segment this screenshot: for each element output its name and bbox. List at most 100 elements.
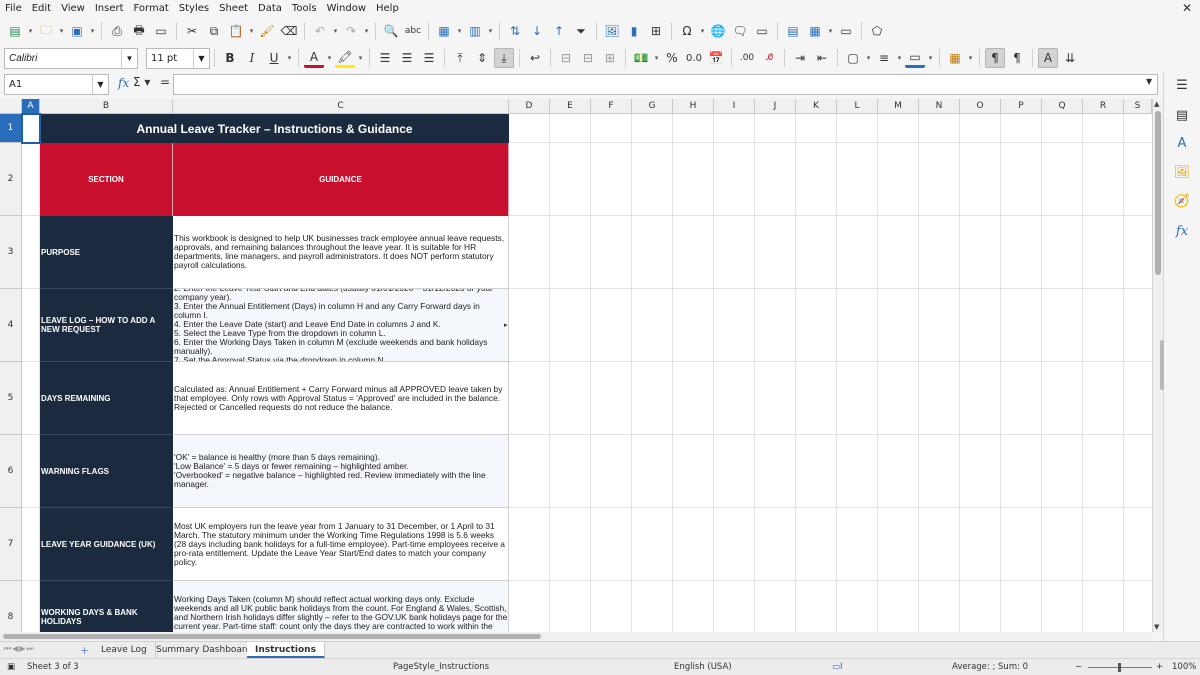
section-cell-purpose[interactable]: PURPOSE [40,216,173,289]
zoom-knob[interactable] [1118,663,1121,672]
scrollbar-thumb[interactable] [3,634,541,639]
row-header-1[interactable]: 1 [0,114,22,143]
insert-chart-icon[interactable]: ▮ [624,21,644,41]
right-to-left-icon[interactable]: ¶ [1007,48,1027,68]
styles-icon[interactable]: A [1173,134,1191,152]
wrap-text-icon[interactable]: ↩ [525,48,545,68]
autofilter-icon[interactable]: ⏷ [571,21,591,41]
guidance-header[interactable]: GUIDANCE [173,143,509,216]
delete-decimal-icon[interactable]: .0̸ [759,48,779,68]
hamburger-menu-icon[interactable]: ☰ [1173,76,1191,94]
font-size-box[interactable]: 11 pt ▼ [146,47,210,69]
insert-image-icon[interactable]: 🖼 [602,21,622,41]
new-document-icon[interactable]: ▤ [5,21,25,41]
export-pdf-icon[interactable]: ⎙ [107,21,127,41]
properties-icon[interactable]: ▤ [1173,106,1191,124]
add-sheet-icon[interactable]: ＋ [80,644,89,657]
zoom-out-icon[interactable]: − [1075,662,1082,672]
undo-icon[interactable]: ↶ [310,21,330,41]
chevron-down-icon[interactable]: ▼ [121,48,137,68]
row-header-6[interactable]: 6 [0,435,22,508]
column-header-j[interactable]: J [755,99,796,114]
column-header-f[interactable]: F [591,99,632,114]
undo-dropdown-icon[interactable]: ▾ [331,21,340,41]
spreadsheet-grid[interactable]: A B C D E F G H I J K L M N O P Q R S 1 … [0,99,1152,632]
text-direction-horizontal-icon[interactable]: A [1038,48,1058,68]
column-header-q[interactable]: Q [1042,99,1083,114]
paste-icon[interactable]: 📋 [226,21,246,41]
section-header[interactable]: SECTION [40,143,173,216]
menu-view[interactable]: View [56,0,90,17]
italic-icon[interactable]: I [242,48,262,68]
unmerge-cells-icon[interactable]: ⊞ [600,48,620,68]
guidance-cell-warning-flags[interactable]: 'OK' = balance is healthy (more than 5 d… [173,435,509,508]
clone-formatting-icon[interactable]: 🖌 [257,21,277,41]
border-style-icon[interactable]: ≡ [874,48,894,68]
sort-icon[interactable]: ⇅ [505,21,525,41]
language[interactable]: English (USA) [674,662,732,672]
row-header-8[interactable]: 8 [0,581,22,632]
menu-file[interactable]: File [0,0,27,17]
row-dropdown-icon[interactable]: ▾ [455,21,464,41]
column-icon[interactable]: ▥ [465,21,485,41]
conditional-format-icon[interactable]: ▦ [945,48,965,68]
print-icon[interactable]: 🖶 [129,21,149,41]
split-window-icon[interactable]: ▭ [836,21,856,41]
guidance-cell-leave-year[interactable]: Most UK employers run the leave year fro… [173,508,509,581]
section-cell-warning-flags[interactable]: WARNING FLAGS [40,435,173,508]
comment-icon[interactable]: 🗨 [730,21,750,41]
guidance-cell-leave-log[interactable]: 2. Enter the Leave Year Start and End da… [173,289,509,362]
border-color-icon[interactable]: ▭ [905,48,925,68]
highlight-color-icon[interactable]: 🖍 [335,48,355,68]
row-header-5[interactable]: 5 [0,362,22,435]
border-color-dropdown-icon[interactable]: ▾ [926,48,935,68]
cell-a7[interactable] [22,508,40,581]
align-middle-icon[interactable]: ⇕ [472,48,492,68]
cell-a2[interactable] [22,143,40,216]
row-header-4[interactable]: 4 [0,289,22,362]
sort-descending-icon[interactable]: ↑ [549,21,569,41]
tab-navigation-icon[interactable]: ⏮◀▶⏭ [4,644,35,654]
gallery-icon[interactable]: 🖼 [1173,163,1191,181]
align-right-icon[interactable]: ☰ [419,48,439,68]
scroll-down-icon[interactable]: ▼ [1154,623,1159,631]
menu-tools[interactable]: Tools [287,0,322,17]
font-color-icon[interactable]: A [304,48,324,68]
define-print-area-icon[interactable]: ▤ [783,21,803,41]
sheet-title[interactable]: Annual Leave Tracker – Instructions & Gu… [40,114,509,143]
increase-indent-icon[interactable]: ⇥ [790,48,810,68]
save-icon[interactable]: ▣ [67,21,87,41]
merge-center-icon[interactable]: ⊟ [556,48,576,68]
formula-icon[interactable]: = [160,75,170,89]
menu-edit[interactable]: Edit [27,0,56,17]
find-replace-icon[interactable]: 🔍 [381,21,401,41]
special-character-dropdown-icon[interactable]: ▾ [698,21,707,41]
align-center-icon[interactable]: ☰ [397,48,417,68]
menu-help[interactable]: Help [371,0,404,17]
print-preview-icon[interactable]: ▭ [151,21,171,41]
freeze-dropdown-icon[interactable]: ▾ [826,21,835,41]
underline-dropdown-icon[interactable]: ▾ [285,48,294,68]
borders-icon[interactable]: ▢ [843,48,863,68]
scrollbar-thumb[interactable] [1155,111,1161,275]
function-wizard-icon[interactable]: fx [118,76,129,90]
row-header-2[interactable]: 2 [0,143,22,216]
zoom-slider[interactable] [1088,663,1152,672]
percent-format-icon[interactable]: % [662,48,682,68]
clear-formatting-icon[interactable]: ⌫ [279,21,299,41]
column-header-e[interactable]: E [550,99,591,114]
row-header-3[interactable]: 3 [0,216,22,289]
column-header-l[interactable]: L [837,99,878,114]
select-all-corner[interactable] [0,99,22,114]
column-header-d[interactable]: D [509,99,550,114]
left-to-right-icon[interactable]: ¶ [985,48,1005,68]
menu-sheet[interactable]: Sheet [214,0,253,17]
column-dropdown-icon[interactable]: ▾ [486,21,495,41]
menu-window[interactable]: Window [322,0,371,17]
cell-a6[interactable] [22,435,40,508]
column-header-p[interactable]: P [1001,99,1042,114]
selection-mode-icon[interactable]: ▭I [832,662,843,672]
row-header-7[interactable]: 7 [0,508,22,581]
formula-input[interactable] [173,74,1158,95]
number-format-icon[interactable]: 0.0 [684,48,704,68]
